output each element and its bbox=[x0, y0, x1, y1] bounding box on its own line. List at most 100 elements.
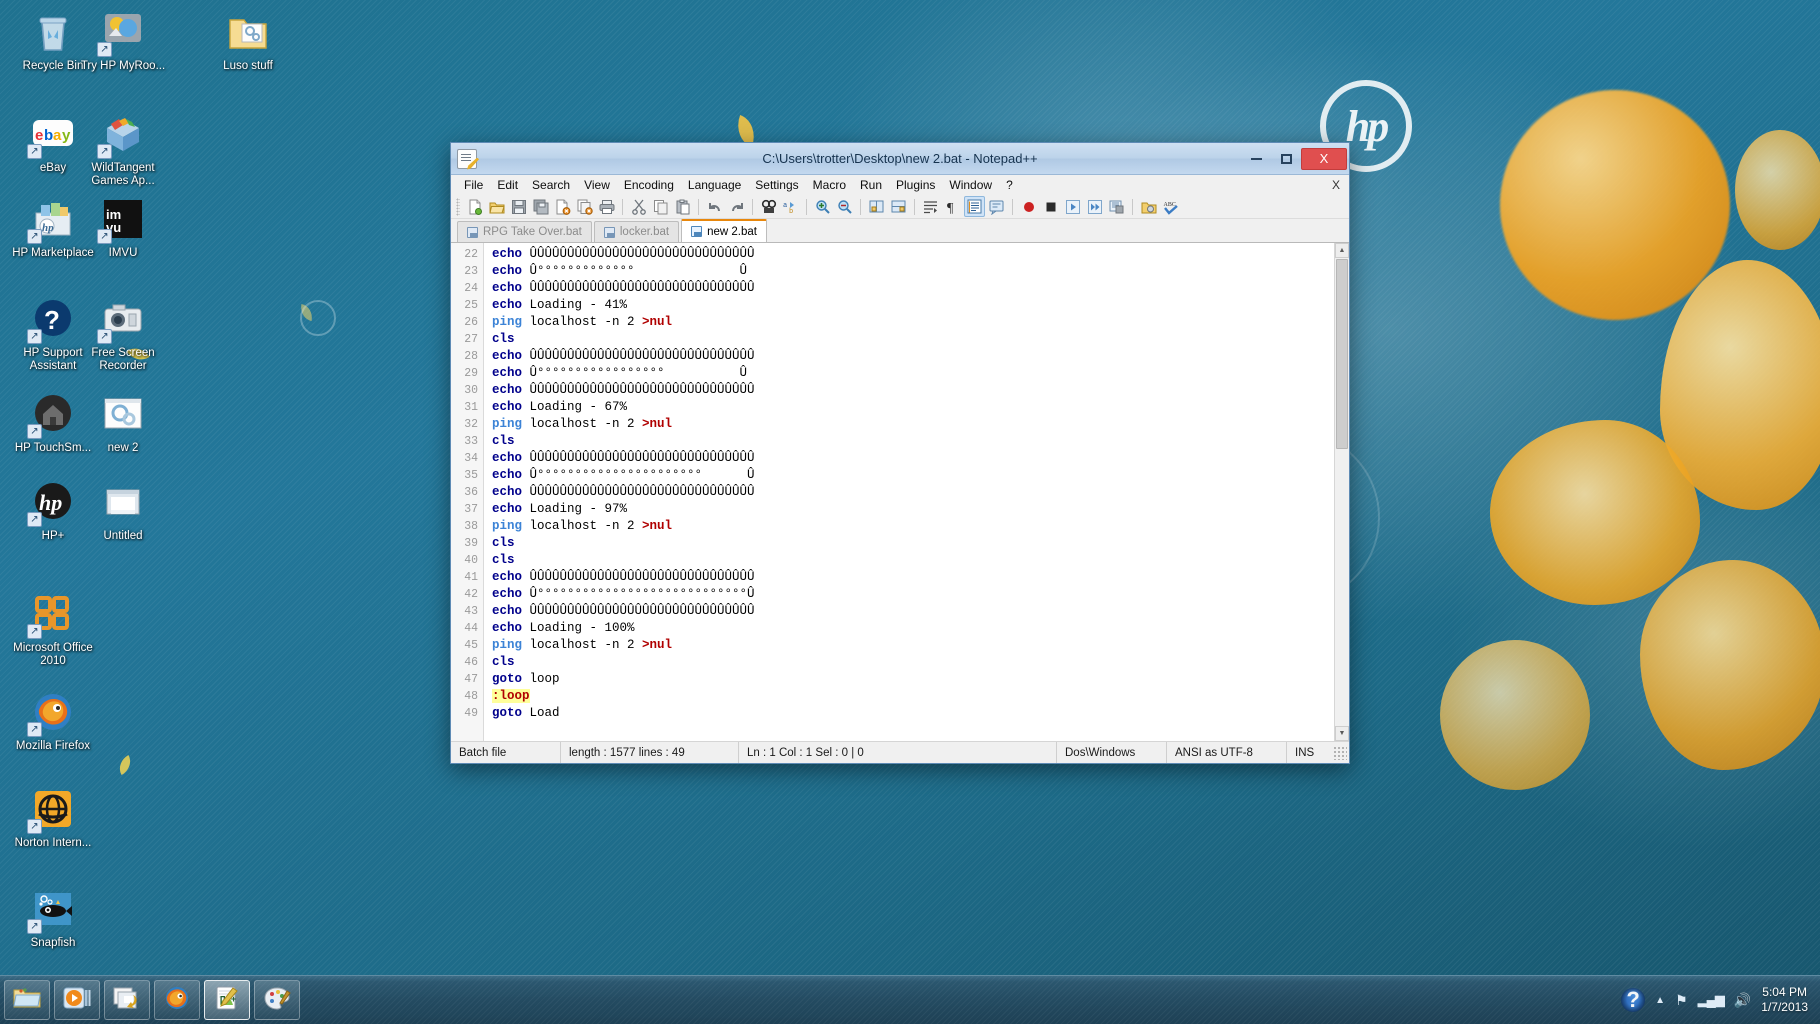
code-line[interactable]: cls bbox=[492, 433, 1334, 450]
taskbar-snipping[interactable] bbox=[104, 980, 150, 1020]
code-line[interactable]: cls bbox=[492, 331, 1334, 348]
desktop-icon-new-2[interactable]: new 2 bbox=[75, 390, 171, 455]
network-icon[interactable]: ▂▄▆ bbox=[1698, 992, 1725, 1008]
code-line[interactable]: echo Û°°°°°°°°°°°°° Û bbox=[492, 263, 1334, 280]
sync-vertical-icon[interactable] bbox=[866, 196, 887, 217]
undo-icon[interactable] bbox=[704, 196, 725, 217]
replace-icon[interactable]: ab bbox=[780, 196, 801, 217]
code-text-area[interactable]: echo ÛÛÛÛÛÛÛÛÛÛÛÛÛÛÛÛÛÛÛÛÛÛÛÛÛÛÛÛÛÛ echo … bbox=[484, 243, 1334, 741]
menu-item-run[interactable]: Run bbox=[853, 176, 889, 194]
print-icon[interactable] bbox=[596, 196, 617, 217]
record-macro-icon[interactable] bbox=[1018, 196, 1039, 217]
user-define-dialog-icon[interactable] bbox=[986, 196, 1007, 217]
taskbar-paint[interactable] bbox=[254, 980, 300, 1020]
word-wrap-icon[interactable] bbox=[920, 196, 941, 217]
scroll-up-button[interactable]: ▲ bbox=[1335, 243, 1349, 258]
code-line[interactable]: echo Loading - 67% bbox=[492, 399, 1334, 416]
menu-item-plugins[interactable]: Plugins bbox=[889, 176, 942, 194]
maximize-button[interactable] bbox=[1271, 148, 1301, 170]
code-line[interactable]: ping localhost -n 2 >nul bbox=[492, 416, 1334, 433]
taskbar-explorer[interactable] bbox=[4, 980, 50, 1020]
menu-item-file[interactable]: File bbox=[457, 176, 490, 194]
desktop-icon-norton-internet[interactable]: ↗ Norton Intern... bbox=[5, 785, 101, 850]
save-all-icon[interactable] bbox=[530, 196, 551, 217]
code-line[interactable]: echo ÛÛÛÛÛÛÛÛÛÛÛÛÛÛÛÛÛÛÛÛÛÛÛÛÛÛÛÛÛÛ bbox=[492, 603, 1334, 620]
sync-horizontal-icon[interactable] bbox=[888, 196, 909, 217]
help-icon[interactable]: ? bbox=[1621, 987, 1646, 1012]
spell-check-icon[interactable]: ABC bbox=[1160, 196, 1181, 217]
code-line[interactable]: ping localhost -n 2 >nul bbox=[492, 314, 1334, 331]
stop-macro-icon[interactable] bbox=[1040, 196, 1061, 217]
code-line[interactable]: echo Û°°°°°°°°°°°°°°°°°°°°°° Û bbox=[492, 467, 1334, 484]
redo-icon[interactable] bbox=[726, 196, 747, 217]
desktop-icon-imvu[interactable]: im vu ↗ IMVU bbox=[75, 195, 171, 260]
code-line[interactable]: echo ÛÛÛÛÛÛÛÛÛÛÛÛÛÛÛÛÛÛÛÛÛÛÛÛÛÛÛÛÛÛ bbox=[492, 348, 1334, 365]
menu-item-encoding[interactable]: Encoding bbox=[617, 176, 681, 194]
code-line[interactable]: echo Loading - 97% bbox=[492, 501, 1334, 518]
document-close-button[interactable]: X bbox=[1332, 178, 1340, 192]
code-line[interactable]: echo ÛÛÛÛÛÛÛÛÛÛÛÛÛÛÛÛÛÛÛÛÛÛÛÛÛÛÛÛÛÛ bbox=[492, 382, 1334, 399]
close-button[interactable]: X bbox=[1301, 147, 1347, 170]
code-line[interactable]: echo Loading - 41% bbox=[492, 297, 1334, 314]
fast-play-macro-icon[interactable] bbox=[1084, 196, 1105, 217]
volume-icon[interactable]: 🔊 bbox=[1734, 992, 1751, 1009]
menu-item-settings[interactable]: Settings bbox=[748, 176, 805, 194]
notepadpp-window[interactable]: C:\Users\trotter\Desktop\new 2.bat - Not… bbox=[450, 142, 1350, 764]
menu-bar[interactable]: File Edit Search View Encoding Language Settin… bbox=[451, 175, 1349, 195]
taskbar[interactable]: ∏++ ? ▲ ⚑ ▂▄▆ 🔊 5:04 PM 1/7/2013 bbox=[0, 975, 1820, 1024]
code-line[interactable]: goto Load bbox=[492, 705, 1334, 722]
chevron-up-icon[interactable]: ▲ bbox=[1655, 995, 1665, 1006]
toolbar[interactable]: ab ¶ ABC bbox=[451, 195, 1349, 219]
play-macro-icon[interactable] bbox=[1062, 196, 1083, 217]
copy-icon[interactable] bbox=[650, 196, 671, 217]
desktop-icon-microsoft-office-2010[interactable]: ↗ Microsoft Office 2010 bbox=[5, 590, 101, 668]
document-tab-2[interactable]: new 2.bat bbox=[681, 219, 767, 242]
code-line[interactable]: echo ÛÛÛÛÛÛÛÛÛÛÛÛÛÛÛÛÛÛÛÛÛÛÛÛÛÛÛÛÛÛ bbox=[492, 569, 1334, 586]
code-line[interactable]: echo ÛÛÛÛÛÛÛÛÛÛÛÛÛÛÛÛÛÛÛÛÛÛÛÛÛÛÛÛÛÛ bbox=[492, 450, 1334, 467]
save-icon[interactable] bbox=[508, 196, 529, 217]
clock[interactable]: 5:04 PM 1/7/2013 bbox=[1761, 985, 1808, 1015]
desktop-icon-untitled[interactable]: Untitled bbox=[75, 478, 171, 543]
code-line[interactable]: echo Loading - 100% bbox=[492, 620, 1334, 637]
menu-item-search[interactable]: Search bbox=[525, 176, 577, 194]
menu-item-language[interactable]: Language bbox=[681, 176, 748, 194]
menu-item-view[interactable]: View bbox=[577, 176, 617, 194]
show-folder-icon[interactable] bbox=[1138, 196, 1159, 217]
zoom-out-icon[interactable] bbox=[834, 196, 855, 217]
open-file-icon[interactable] bbox=[486, 196, 507, 217]
code-line[interactable]: ping localhost -n 2 >nul bbox=[492, 518, 1334, 535]
menu-item-[interactable]: ? bbox=[999, 176, 1020, 194]
minimize-button[interactable] bbox=[1241, 148, 1271, 170]
menu-item-macro[interactable]: Macro bbox=[806, 176, 853, 194]
toolbar-grip[interactable] bbox=[456, 197, 460, 216]
document-tab-0[interactable]: RPG Take Over.bat bbox=[457, 221, 592, 242]
close-all-icon[interactable] bbox=[574, 196, 595, 217]
code-line[interactable]: cls bbox=[492, 535, 1334, 552]
code-line[interactable]: echo ÛÛÛÛÛÛÛÛÛÛÛÛÛÛÛÛÛÛÛÛÛÛÛÛÛÛÛÛÛÛ bbox=[492, 484, 1334, 501]
document-tab-bar[interactable]: RPG Take Over.bat locker.bat new 2.bat bbox=[451, 219, 1349, 243]
code-line[interactable]: ping localhost -n 2 >nul bbox=[492, 637, 1334, 654]
save-macro-icon[interactable] bbox=[1106, 196, 1127, 217]
indent-guide-icon[interactable] bbox=[964, 196, 985, 217]
code-line[interactable]: echo ÛÛÛÛÛÛÛÛÛÛÛÛÛÛÛÛÛÛÛÛÛÛÛÛÛÛÛÛÛÛ bbox=[492, 246, 1334, 263]
code-line[interactable]: echo Û°°°°°°°°°°°°°°°°° Û bbox=[492, 365, 1334, 382]
desktop-icon-free-screen-recorder[interactable]: ↗ Free Screen Recorder bbox=[75, 295, 171, 373]
desktop-icon-wildtangent-games[interactable]: ↗ WildTangent Games Ap... bbox=[75, 110, 171, 188]
flag-icon[interactable]: ⚑ bbox=[1675, 992, 1688, 1009]
editor-area[interactable]: 22 23 24 25 26 27 28 29 30 31 32 33 34 35 36 37 38 39 40 41… bbox=[451, 243, 1349, 741]
window-resize-grip[interactable] bbox=[1333, 745, 1347, 760]
code-line[interactable]: echo ÛÛÛÛÛÛÛÛÛÛÛÛÛÛÛÛÛÛÛÛÛÛÛÛÛÛÛÛÛÛ bbox=[492, 280, 1334, 297]
code-line[interactable]: :loop bbox=[492, 688, 1334, 705]
system-tray[interactable]: ? ▲ ⚑ ▂▄▆ 🔊 5:04 PM 1/7/2013 bbox=[1621, 985, 1820, 1015]
vertical-scrollbar[interactable]: ▲ ▼ bbox=[1334, 243, 1349, 741]
paste-icon[interactable] bbox=[672, 196, 693, 217]
taskbar-media-player[interactable] bbox=[54, 980, 100, 1020]
scroll-down-button[interactable]: ▼ bbox=[1335, 726, 1349, 741]
desktop-icon-snapfish[interactable]: ↗ Snapfish bbox=[5, 885, 101, 950]
document-tab-1[interactable]: locker.bat bbox=[593, 221, 680, 242]
desktop-icon-try-hp-myroom[interactable]: ↗ Try HP MyRoo... bbox=[75, 8, 171, 73]
menu-item-edit[interactable]: Edit bbox=[490, 176, 525, 194]
scrollbar-thumb[interactable] bbox=[1336, 259, 1348, 449]
code-line[interactable]: goto loop bbox=[492, 671, 1334, 688]
code-line[interactable]: cls bbox=[492, 654, 1334, 671]
